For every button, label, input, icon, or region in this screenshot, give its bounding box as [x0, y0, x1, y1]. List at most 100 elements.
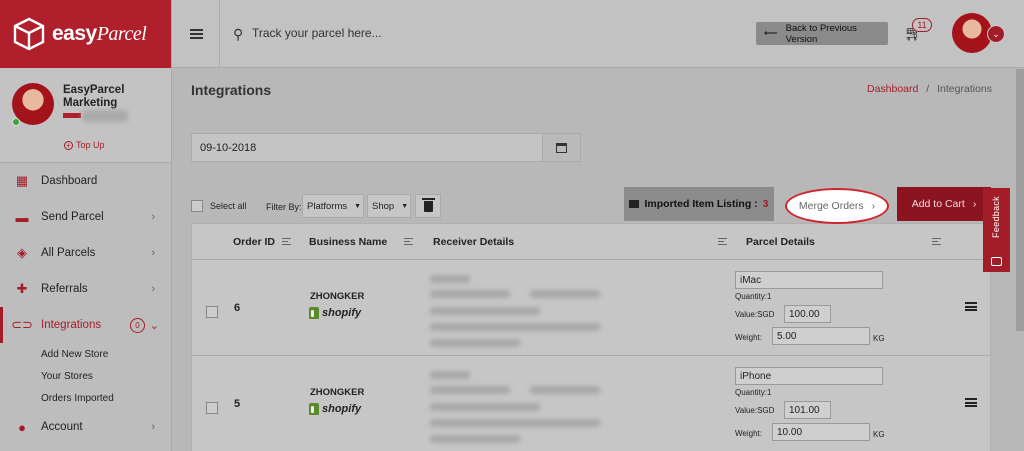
receiver-blurred [430, 275, 470, 283]
row-checkbox[interactable] [206, 402, 218, 414]
calendar-icon [556, 142, 567, 153]
column-receiver-details[interactable]: Receiver Details [433, 236, 514, 248]
row-menu-icon[interactable] [965, 398, 977, 407]
platform-name: shopify [322, 307, 362, 319]
back-to-previous-version-button[interactable]: ⟵ Back to Previous Version [756, 22, 888, 45]
merge-orders-button[interactable]: Merge Orders › [785, 188, 889, 224]
track-parcel-input[interactable] [252, 22, 512, 44]
chevron-right-icon: › [972, 198, 977, 210]
integrations-count-badge: 0 [130, 317, 145, 333]
delete-button[interactable] [415, 194, 441, 218]
chat-icon [991, 257, 1002, 266]
date-input[interactable] [192, 134, 542, 161]
sidebar-item-integrations[interactable]: ⊂⊃ Integrations 0 ⌄ [0, 307, 171, 343]
credit-balance-blurred [82, 110, 128, 122]
arrow-left-icon: ⟵ [764, 28, 778, 39]
breadcrumb-dashboard[interactable]: Dashboard [867, 83, 918, 95]
sidebar-item-referrals[interactable]: ✚ Referrals › [0, 271, 171, 307]
sidebar-item-label: All Parcels [41, 247, 96, 259]
column-parcel-details[interactable]: Parcel Details [746, 236, 815, 248]
cart-count-badge: 11 [912, 18, 932, 32]
link-icon: ⊂⊃ [11, 317, 33, 332]
plus-circle-icon: + [64, 140, 73, 150]
value-input[interactable] [784, 401, 831, 419]
weight-unit: KG [873, 430, 885, 439]
quantity-label: Quantity:1 [735, 388, 772, 397]
sidebar-item-all-parcels[interactable]: ◈ All Parcels › [0, 235, 171, 271]
chevron-right-icon: › [151, 421, 155, 433]
imported-label: Imported Item Listing : [644, 198, 758, 210]
chevron-right-icon: › [151, 211, 155, 223]
sidebar-nav-bottom: ● Account › [0, 409, 171, 445]
logo-text: easyParcel [52, 22, 147, 45]
referral-icon: ✚ [16, 281, 28, 296]
sort-icon[interactable] [404, 238, 413, 245]
sidebar-item-label: Integrations [41, 319, 102, 331]
breadcrumb-current: Integrations [937, 83, 992, 95]
sidebar: easyParcel EasyParcel Marketing + Top Up… [0, 0, 172, 451]
subnav-your-stores[interactable]: Your Stores [0, 365, 171, 387]
row-menu-icon[interactable] [965, 302, 977, 311]
value-input[interactable] [784, 305, 831, 323]
receiver-blurred [430, 403, 540, 411]
sidebar-item-dashboard[interactable]: ▦ Dashboard [0, 163, 171, 199]
sidebar-item-label: Dashboard [41, 175, 98, 187]
user-avatar[interactable] [952, 13, 992, 53]
list-icon [629, 200, 640, 208]
back-label: Back to Previous Version [785, 22, 857, 45]
add-cart-label: Add to Cart [911, 198, 965, 210]
calendar-button[interactable] [542, 134, 580, 161]
top-bar: ⚲ ⟵ Back to Previous Version 🛒︎ 11 ⌄ [172, 0, 1024, 68]
imported-count: 3 [762, 198, 769, 210]
sidebar-item-label: Referrals [41, 283, 88, 295]
subnav-add-new-store[interactable]: Add New Store [0, 343, 171, 365]
table-row: 5 ZHONGKER shopify Quantity:1 Value:SGD … [192, 356, 990, 451]
value-label: Value:SGD [735, 406, 775, 415]
weight-input[interactable] [772, 327, 870, 345]
sidebar-item-send-parcel[interactable]: ▬ Send Parcel › [0, 199, 171, 235]
add-to-cart-button[interactable]: Add to Cart › [897, 187, 991, 221]
platforms-dropdown[interactable]: Platforms ▼ [302, 194, 364, 218]
item-name-input[interactable] [735, 367, 883, 385]
platforms-value: Platforms [307, 200, 348, 212]
weight-label: Weight: [735, 333, 762, 342]
chevron-down-icon[interactable]: ⌄ [987, 25, 1005, 43]
select-all-label: Select all [210, 201, 247, 211]
select-all-checkbox[interactable] [191, 200, 203, 212]
credit-flag [63, 113, 81, 118]
imported-item-listing-button[interactable]: Imported Item Listing : 3 [624, 187, 774, 221]
profile-card: EasyParcel Marketing + Top Up [0, 68, 171, 163]
chevron-right-icon: › [151, 283, 155, 295]
user-icon: ● [18, 419, 26, 435]
receiver-blurred [430, 339, 520, 347]
scrollbar[interactable] [1016, 69, 1024, 331]
caret-down-icon: ▼ [401, 202, 409, 210]
menu-icon[interactable] [190, 29, 203, 39]
sort-icon[interactable] [932, 238, 941, 245]
select-all[interactable]: Select all [191, 200, 247, 212]
receiver-blurred [530, 386, 600, 394]
toolbar: Select all Filter By: Platforms ▼ Shop ▼… [191, 187, 991, 224]
sidebar-item-label: Account [41, 421, 83, 433]
breadcrumb-separator: / [926, 83, 930, 95]
receiver-blurred [430, 435, 520, 443]
logo[interactable]: easyParcel [0, 0, 171, 68]
trash-icon [421, 197, 435, 212]
subnav-orders-imported[interactable]: Orders Imported [0, 387, 171, 409]
column-order-id[interactable]: Order ID [233, 236, 275, 248]
receiver-blurred [430, 386, 510, 394]
shop-dropdown[interactable]: Shop ▼ [367, 194, 411, 218]
sort-icon[interactable] [282, 238, 291, 245]
weight-input[interactable] [772, 423, 870, 441]
orders-table: Order ID Business Name Receiver Details … [191, 223, 991, 451]
sidebar-item-account[interactable]: ● Account › [0, 409, 171, 445]
row-checkbox[interactable] [206, 306, 218, 318]
topup-link[interactable]: + Top Up [64, 140, 105, 150]
parcels-icon: ◈ [17, 245, 27, 260]
feedback-tab[interactable]: Feedback [983, 188, 1010, 272]
item-name-input[interactable] [735, 271, 883, 289]
value-label: Value:SGD [735, 310, 775, 319]
column-business-name[interactable]: Business Name [309, 236, 387, 248]
sort-icon[interactable] [718, 238, 727, 245]
business-name: ZHONGKER [310, 387, 365, 398]
